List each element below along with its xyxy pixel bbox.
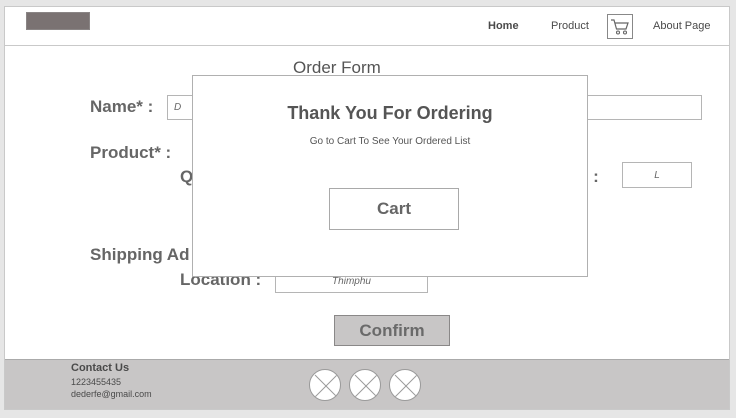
placeholder-icon (354, 374, 378, 398)
contact-phone: 1223455435 (71, 377, 122, 387)
confirm-button[interactable]: Confirm (334, 315, 450, 346)
nav-home-link[interactable]: Home (488, 20, 519, 32)
nav-product-link[interactable]: Product (551, 20, 589, 32)
order-confirmation-modal: Thank You For Ordering Go to Cart To See… (192, 75, 588, 277)
social-link-3[interactable] (389, 369, 421, 401)
size-input[interactable]: L (622, 162, 692, 188)
contact-email[interactable]: dederfe@gmail.com (71, 389, 152, 399)
placeholder-icon (314, 374, 338, 398)
location-input-value: Thimphu (332, 276, 371, 287)
page-frame: Home Product About Page Order Form Name*… (4, 6, 730, 410)
modal-cart-button[interactable]: Cart (329, 188, 459, 230)
size-input-value: L (654, 169, 660, 181)
footer: Contact Us 1223455435 dederfe@gmail.com (5, 359, 729, 409)
cart-icon (611, 18, 629, 35)
cart-button[interactable] (607, 14, 633, 39)
product-label: Product* : (90, 143, 172, 162)
name-input-value: D (174, 102, 182, 113)
contact-title: Contact Us (71, 362, 130, 374)
header: Home Product About Page (5, 7, 729, 46)
nav-about-link[interactable]: About Page (653, 20, 711, 32)
social-link-1[interactable] (309, 369, 341, 401)
modal-subtitle: Go to Cart To See Your Ordered List (309, 136, 471, 147)
placeholder-icon (394, 374, 418, 398)
social-link-2[interactable] (349, 369, 381, 401)
name-label: Name* : (90, 97, 154, 116)
modal-title: Thank You For Ordering (287, 103, 493, 123)
shipping-address-label: Shipping Ad (90, 245, 190, 264)
logo[interactable] (26, 12, 90, 30)
